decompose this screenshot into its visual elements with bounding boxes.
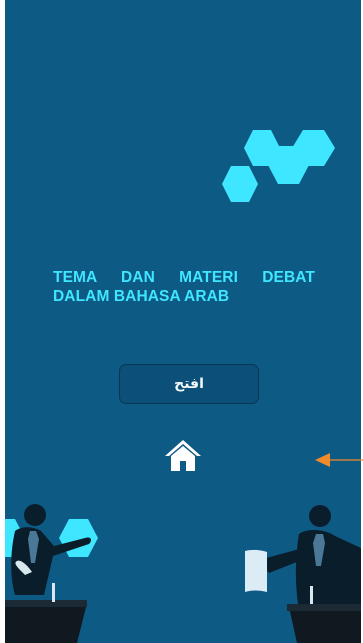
right-speaker-illustration — [245, 505, 361, 643]
right-speaker-head — [309, 505, 331, 527]
left-podium — [5, 603, 87, 643]
open-button[interactable]: افتح — [119, 364, 259, 404]
main-panel: TEMA DAN MATERI DEBAT DALAM BAHASA ARAB … — [5, 0, 361, 643]
decorative-hexagon — [222, 166, 258, 202]
home-icon[interactable] — [164, 438, 202, 474]
right-podium — [289, 607, 361, 643]
right-speaker-paper — [245, 549, 267, 592]
orange-arrow-icon — [315, 453, 363, 467]
right-speaker-body — [295, 530, 361, 604]
right-microphone — [310, 586, 313, 604]
left-podium-top — [5, 600, 87, 607]
app-screen: TEMA DAN MATERI DEBAT DALAM BAHASA ARAB … — [0, 0, 363, 643]
left-speaker-head — [24, 504, 46, 526]
orange-arrow-head — [315, 453, 330, 467]
hexagon-cluster-decoration — [222, 130, 335, 202]
left-microphone — [52, 583, 55, 602]
page-title: TEMA DAN MATERI DEBAT DALAM BAHASA ARAB — [53, 269, 315, 305]
left-speaker-illustration — [5, 504, 98, 643]
right-podium-top — [287, 604, 361, 611]
